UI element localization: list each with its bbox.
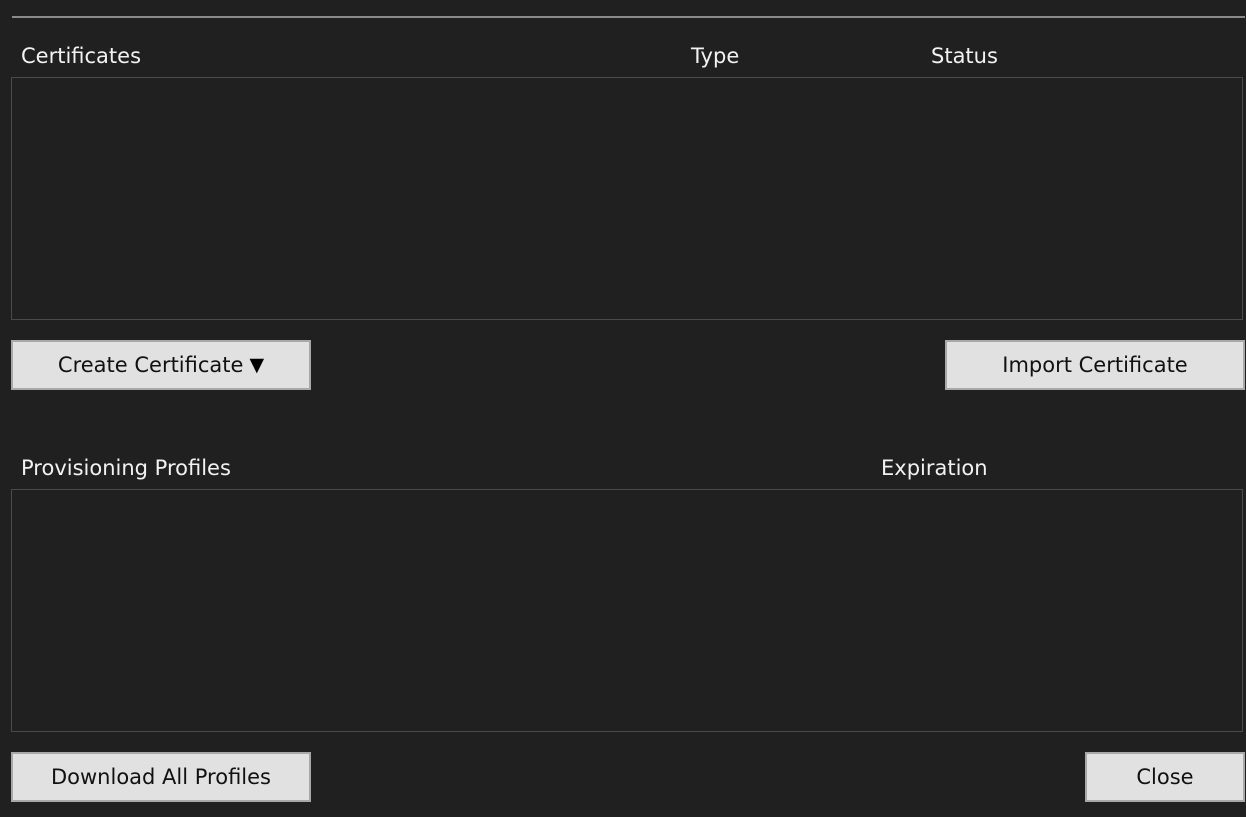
type-column-header: Type [691, 44, 740, 68]
create-certificate-button[interactable]: Create Certificate ▼ [11, 340, 311, 390]
provisioning-profiles-list[interactable] [11, 489, 1243, 732]
download-all-profiles-button[interactable]: Download All Profiles [11, 752, 311, 802]
create-certificate-label: Create Certificate [57, 353, 244, 377]
close-label: Close [1136, 765, 1194, 789]
top-divider [12, 16, 1245, 18]
close-button[interactable]: Close [1085, 752, 1245, 802]
provisioning-profiles-column-header: Provisioning Profiles [21, 456, 231, 480]
download-all-profiles-label: Download All Profiles [50, 765, 271, 789]
certificates-dialog: Certificates Type Status Create Certific… [0, 0, 1246, 817]
import-certificate-button[interactable]: Import Certificate [945, 340, 1245, 390]
import-certificate-label: Import Certificate [1002, 353, 1188, 377]
chevron-down-icon: ▼ [249, 353, 265, 376]
certificates-list[interactable] [11, 77, 1243, 320]
status-column-header: Status [931, 44, 998, 68]
expiration-column-header: Expiration [881, 456, 988, 480]
certificates-column-header: Certificates [21, 44, 142, 68]
